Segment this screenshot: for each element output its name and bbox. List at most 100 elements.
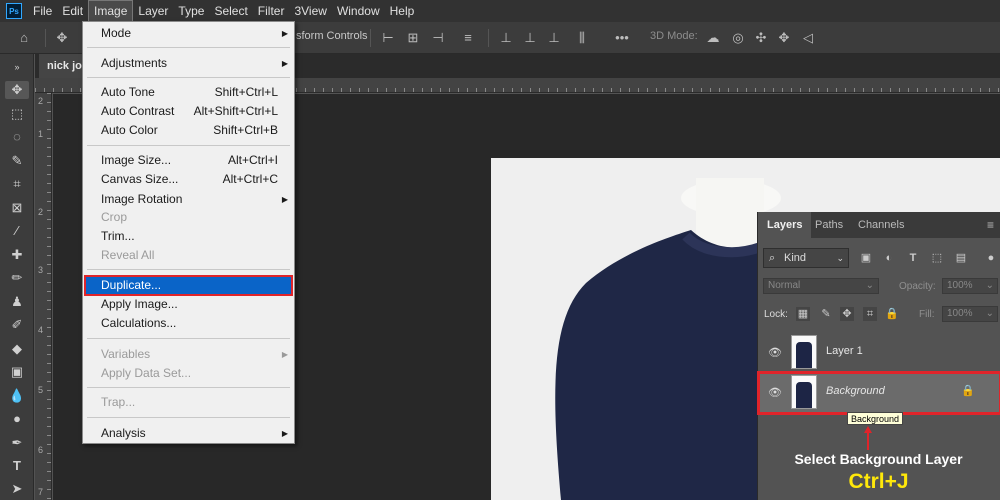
align-right-icon[interactable]: ⊣ xyxy=(430,30,446,46)
menu-item-apply-image[interactable]: Apply Image... xyxy=(83,295,294,314)
distribute-horizontal-icon[interactable]: ⫼ xyxy=(574,30,590,46)
menu-edit[interactable]: Edit xyxy=(57,0,88,22)
menu-item-mode[interactable]: Mode ▶ xyxy=(83,24,294,43)
panel-menu-icon[interactable]: ≡ xyxy=(987,212,994,238)
quick-select-tool-icon[interactable]: ✎ xyxy=(8,152,26,170)
menu-item-adjustments[interactable]: Adjustments ▶ xyxy=(83,54,294,73)
menu-separator xyxy=(87,269,290,270)
fill-field[interactable]: 100% ⌄ xyxy=(942,306,998,322)
eraser-tool-icon[interactable]: ◆ xyxy=(8,340,26,358)
menu-separator xyxy=(87,417,290,418)
menu-item-calculations[interactable]: Calculations... xyxy=(83,314,294,333)
divider xyxy=(370,29,371,47)
opacity-field[interactable]: 100% ⌄ xyxy=(942,278,998,294)
menu-item-auto-tone[interactable]: Auto Tone Shift+Ctrl+L xyxy=(83,83,294,102)
distribute-bottom-icon[interactable]: ⊥ xyxy=(546,30,562,46)
blur-tool-icon[interactable]: 💧 xyxy=(8,387,26,405)
type-tool-icon[interactable]: T xyxy=(8,457,26,475)
lock-transparent-icon[interactable]: ▦ xyxy=(796,307,810,321)
gradient-tool-icon[interactable]: ▣ xyxy=(8,363,26,381)
align-center-icon[interactable]: ⊞ xyxy=(405,30,421,46)
smart-object-filter-icon[interactable]: ▤ xyxy=(954,251,968,265)
menu-item-crop: Crop xyxy=(101,210,128,224)
blend-mode-select[interactable]: Normal ⌄ xyxy=(763,278,879,294)
menu-item-auto-contrast[interactable]: Auto Contrast Alt+Shift+Ctrl+L xyxy=(83,102,294,121)
move-tool-icon[interactable]: ✥ xyxy=(5,81,29,99)
distribute-middle-icon[interactable]: ⊥ xyxy=(522,30,538,46)
ruler-label: 4 xyxy=(38,325,44,335)
pan-3d-icon[interactable]: ✣ xyxy=(753,30,769,46)
lock-icon: 🔒 xyxy=(961,385,975,397)
menu-item-canvas-size[interactable]: Canvas Size... Alt+Ctrl+C xyxy=(83,170,294,189)
panel-tab-bar: Layers Paths Channels ≡ xyxy=(758,212,1000,238)
adjustment-filter-icon[interactable]: ◐ xyxy=(882,251,896,265)
path-select-tool-icon[interactable]: ➤ xyxy=(8,480,26,498)
distribute-top-icon[interactable]: ⊥ xyxy=(498,30,514,46)
collapse-icon[interactable]: » xyxy=(8,58,26,76)
lock-position-icon[interactable]: ✥ xyxy=(840,307,854,321)
layer-row-background[interactable]: 👁 Background 🔒 xyxy=(757,371,1000,415)
menu-bar: Ps File Edit Image Layer Type Select Fil… xyxy=(0,0,1000,22)
align-top-icon[interactable]: ≡ xyxy=(460,30,476,46)
menu-item-duplicate[interactable]: Duplicate... xyxy=(84,275,293,296)
menu-3d-view[interactable]: 3View xyxy=(289,0,331,22)
menu-item-trap: Trap... xyxy=(101,395,136,409)
home-icon[interactable]: ⌂ xyxy=(16,30,32,46)
clone-stamp-tool-icon[interactable]: ♟ xyxy=(8,293,26,311)
menu-filter[interactable]: Filter xyxy=(253,0,290,22)
menu-item-trim[interactable]: Trim... xyxy=(83,227,294,246)
frame-tool-icon[interactable]: ⊠ xyxy=(8,199,26,217)
pixel-filter-icon[interactable]: ▣ xyxy=(859,251,873,265)
align-left-icon[interactable]: ⊢ xyxy=(380,30,396,46)
menu-image[interactable]: Image xyxy=(88,0,134,22)
menu-file[interactable]: File xyxy=(28,0,57,22)
annotation-arrow xyxy=(864,426,872,450)
roll-3d-icon[interactable]: ◎ xyxy=(730,30,746,46)
brush-tool-icon[interactable]: ✏ xyxy=(8,269,26,287)
menu-layer[interactable]: Layer xyxy=(133,0,173,22)
menu-window[interactable]: Window xyxy=(332,0,385,22)
shape-filter-icon[interactable]: ⬚ xyxy=(930,251,944,265)
fill-label: Fill: xyxy=(919,309,935,320)
menu-help[interactable]: Help xyxy=(385,0,420,22)
image-menu-dropdown: Mode ▶ Adjustments ▶ Auto Tone Shift+Ctrl+L… xyxy=(82,21,295,444)
layer-row[interactable]: 👁 Layer 1 xyxy=(758,332,1000,374)
move-tool-icon[interactable]: ✥ xyxy=(54,30,70,46)
menu-select[interactable]: Select xyxy=(209,0,252,22)
menu-item-image-rotation[interactable]: Image Rotation ▶ xyxy=(83,190,294,209)
visibility-eye-icon[interactable]: 👁 xyxy=(768,386,782,400)
tab-channels[interactable]: Channels xyxy=(858,212,904,238)
tab-paths[interactable]: Paths xyxy=(815,212,843,238)
menu-type[interactable]: Type xyxy=(173,0,209,22)
lock-image-icon[interactable]: ✎ xyxy=(819,307,833,321)
crop-tool-icon[interactable]: ⌗ xyxy=(8,175,26,193)
dodge-tool-icon[interactable]: ● xyxy=(8,410,26,428)
menu-item-analysis[interactable]: Analysis ▶ xyxy=(83,424,294,443)
type-filter-icon[interactable]: T xyxy=(906,251,920,265)
visibility-eye-icon[interactable]: 👁 xyxy=(768,346,782,360)
ruler-label: 2 xyxy=(38,207,44,217)
menu-item-variables: Variables ▶ xyxy=(101,347,288,361)
divider xyxy=(488,29,489,47)
marquee-tool-icon[interactable]: ⬚ xyxy=(8,105,26,123)
pen-tool-icon[interactable]: ✒ xyxy=(8,434,26,452)
filter-toggle-icon[interactable]: ● xyxy=(984,251,998,265)
healing-brush-tool-icon[interactable]: ✚ xyxy=(8,246,26,264)
scale-3d-icon[interactable]: ◁ xyxy=(800,30,816,46)
menu-item-image-size[interactable]: Image Size... Alt+Ctrl+I xyxy=(83,151,294,170)
more-options-icon[interactable]: ••• xyxy=(614,30,630,46)
history-brush-tool-icon[interactable]: ✐ xyxy=(8,316,26,334)
slide-3d-icon[interactable]: ✥ xyxy=(776,30,792,46)
layer-thumbnail xyxy=(791,335,817,369)
kind-filter-select[interactable]: ⌕ Kind ⌄ xyxy=(763,248,849,268)
orbit-3d-icon[interactable]: ☁ xyxy=(705,30,721,46)
lock-artboard-icon[interactable]: ⌗ xyxy=(863,307,877,321)
opacity-label: Opacity: xyxy=(899,281,936,292)
menu-item-reveal-all: Reveal All xyxy=(101,248,155,262)
lasso-tool-icon[interactable]: ◌ xyxy=(8,128,26,146)
transform-controls-label[interactable]: sform Controls xyxy=(296,30,368,42)
menu-item-auto-color[interactable]: Auto Color Shift+Ctrl+B xyxy=(83,121,294,140)
lock-all-icon[interactable]: 🔒 xyxy=(885,307,899,321)
eyedropper-tool-icon[interactable]: ⁄ xyxy=(8,222,26,240)
tab-layers[interactable]: Layers xyxy=(758,212,812,238)
